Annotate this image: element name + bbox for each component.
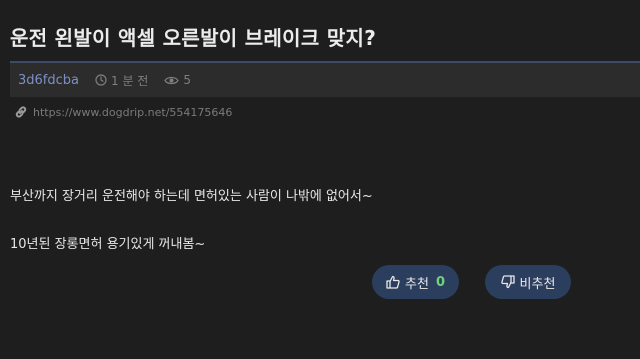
thumbs-up-icon [386,275,400,289]
post-page: 운전 왼발이 액셀 오른발이 브레이크 맞지? 3d6fdcba 1 분 전 5 [0,0,640,359]
post-time: 1 분 전 [95,72,148,89]
post-body: 부산까지 장거리 운전해야 하는데 면허있는 사람이 나밖에 없어서~ 10년된… [10,185,373,252]
post-url-link[interactable]: https://www.dogdrip.net/554175646 [33,106,232,119]
downvote-label: 비추천 [519,276,556,292]
post-title: 운전 왼발이 액셀 오른발이 브레이크 맞지? [10,26,377,50]
upvote-label: 추천 [405,276,429,292]
clock-icon [95,74,107,86]
author-link[interactable]: 3d6fdcba [18,73,79,88]
upvote-button[interactable]: 추천 0 [372,265,459,299]
downvote-button[interactable]: 비추천 [485,265,571,299]
link-icon [15,106,27,118]
post-body-line: 10년된 장롱면허 용기있게 꺼내봄~ [10,237,206,252]
view-count-text: 5 [183,73,191,87]
post-url-row: https://www.dogdrip.net/554175646 [14,105,232,119]
view-count: 5 [164,73,191,87]
post-body-line: 부산까지 장거리 운전해야 하는데 면허있는 사람이 나밖에 없어서~ [10,189,373,204]
post-time-text: 1 분 전 [111,73,149,88]
upvote-count: 0 [435,274,445,290]
post-meta-bar: 3d6fdcba 1 분 전 5 [10,61,640,97]
eye-icon [164,76,180,84]
thumbs-down-icon [500,275,515,289]
